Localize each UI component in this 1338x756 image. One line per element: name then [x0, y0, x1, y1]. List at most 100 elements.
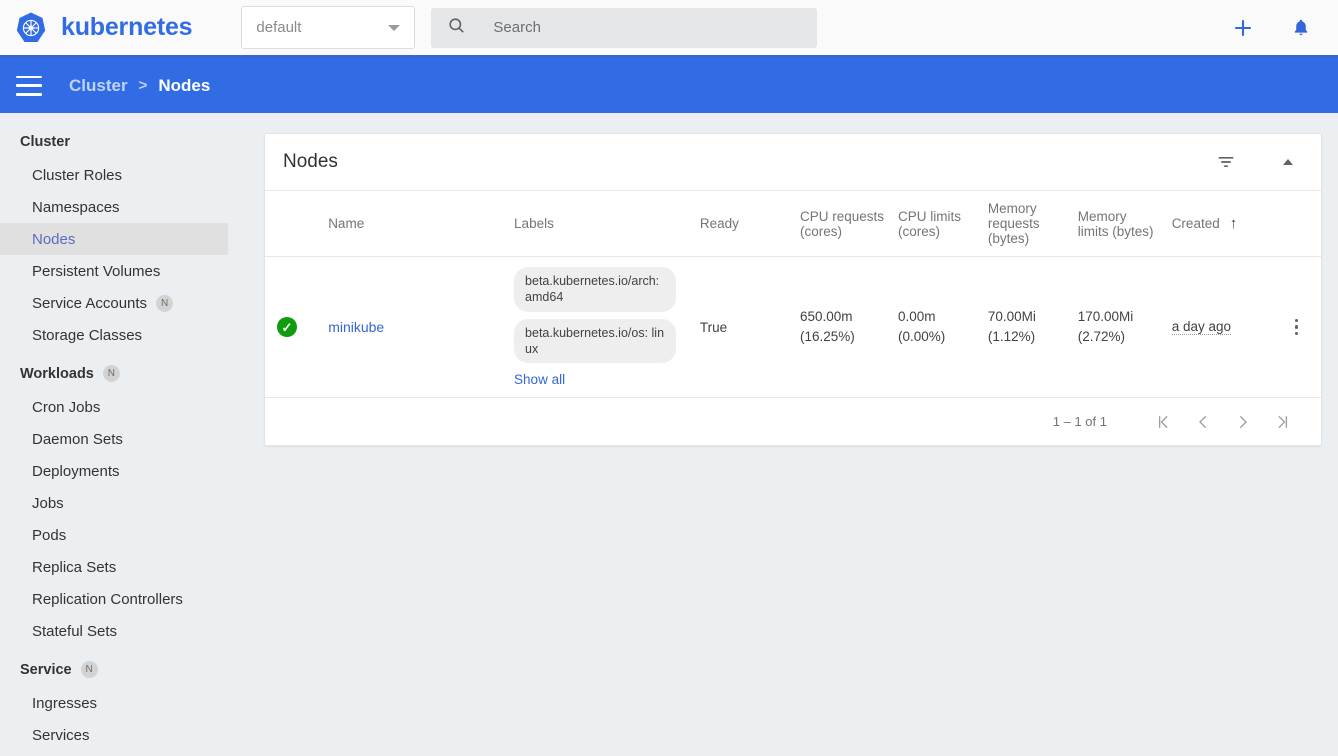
page-title: Nodes — [283, 151, 338, 172]
column-header-cpu-limits[interactable]: CPU limits (cores) — [892, 191, 982, 257]
node-name-link[interactable]: minikube — [328, 319, 384, 335]
node-name-cell: minikube — [322, 256, 509, 398]
sidebar-item-label: Ingresses — [32, 694, 98, 712]
sidebar-item-services[interactable]: Services — [0, 719, 228, 751]
search-placeholder: Search — [493, 19, 541, 36]
sidebar-item-deployments[interactable]: Deployments — [0, 455, 228, 487]
namespace-selected-value: default — [256, 19, 302, 36]
sidebar-item-label: Daemon Sets — [32, 430, 123, 448]
hamburger-menu-icon[interactable] — [16, 75, 42, 96]
node-created-value: a day ago — [1171, 319, 1231, 335]
page-range-label: 1 – 1 of 1 — [1052, 414, 1107, 429]
column-header-created-label: Created — [1171, 216, 1220, 231]
column-header-ready[interactable]: Ready — [693, 191, 794, 257]
sidebar-item-label: Storage Classes — [32, 326, 143, 344]
show-all-labels-link[interactable]: Show all — [514, 372, 565, 387]
brand[interactable]: kubernetes — [14, 11, 193, 45]
breadcrumb-item-cluster[interactable]: Cluster — [69, 76, 128, 96]
node-memory-requests-cell-value: 70.00Mi — [987, 309, 1036, 325]
node-memory-requests-cell: 70.00Mi (1.12%) — [981, 256, 1072, 398]
namespace-selector[interactable]: default — [241, 6, 416, 49]
sidebar-item-label: Namespaces — [32, 198, 120, 216]
chevron-down-icon — [388, 24, 401, 31]
node-memory-requests-cell-percent: (1.12%) — [987, 329, 1036, 344]
sidebar-item-cron-jobs[interactable]: Cron Jobs — [0, 391, 228, 423]
sidebar-item-label: Jobs — [32, 494, 64, 512]
search-input[interactable]: Search — [431, 7, 818, 48]
sidebar-navigation: Cluster Cluster Roles Namespaces Nodes Persi… — [0, 113, 248, 756]
sidebar-item-replica-sets[interactable]: Replica Sets — [0, 551, 228, 583]
sidebar-item-stateful-sets[interactable]: Stateful Sets — [0, 615, 228, 647]
top-app-bar: kubernetes default Search — [0, 0, 1338, 58]
sidebar-item-label: Pods — [32, 526, 67, 544]
card-header-actions — [1213, 149, 1301, 175]
brand-name: kubernetes — [61, 13, 193, 41]
sidebar-group-workloads: Workloads N — [0, 356, 248, 391]
node-labels-cell: beta.kubernetes.io/arch: amd64 beta.kuber… — [508, 256, 694, 398]
topbar-actions — [1230, 15, 1314, 41]
table-row[interactable]: ✓ minikube beta.kubernetes.io/arch: amd64 b… — [265, 256, 1321, 398]
node-actions-cell — [1271, 256, 1321, 398]
sidebar-item-ingresses[interactable]: Ingresses — [0, 687, 228, 719]
sidebar-item-pods[interactable]: Pods — [0, 519, 228, 551]
sidebar-item-nodes[interactable]: Nodes — [0, 223, 228, 255]
node-memory-limits-cell: 170.00Mi (2.72%) — [1071, 256, 1166, 398]
sidebar-item-daemon-sets[interactable]: Daemon Sets — [0, 423, 228, 455]
sidebar-item-replication-controllers[interactable]: Replication Controllers — [0, 583, 228, 615]
node-status-cell: ✓ — [265, 256, 323, 398]
sidebar-item-namespaces[interactable]: Namespaces — [0, 191, 228, 223]
sidebar-item-cluster-roles[interactable]: Cluster Roles — [0, 159, 228, 191]
label-chip: beta.kubernetes.io/os: linux — [514, 318, 677, 363]
sidebar-item-label: Services — [32, 726, 90, 744]
bell-icon[interactable] — [1288, 15, 1314, 41]
search-icon — [447, 16, 466, 40]
sidebar-item-persistent-volumes[interactable]: Persistent Volumes — [0, 255, 228, 287]
nodes-table-header: Name Labels Ready CPU requests (cores) C… — [265, 191, 1321, 257]
check-circle-icon: ✓ — [277, 317, 297, 337]
filter-icon[interactable] — [1213, 149, 1239, 175]
node-memory-limits-cell-value: 170.00Mi — [1077, 309, 1134, 325]
sidebar-group-label: Workloads — [20, 365, 94, 382]
breadcrumb: Cluster > Nodes — [69, 76, 210, 96]
node-cpu-requests-cell-percent: (16.25%) — [799, 329, 855, 344]
plus-icon[interactable] — [1230, 15, 1256, 41]
sidebar-item-label: Cron Jobs — [32, 398, 101, 416]
column-header-cpu-requests[interactable]: CPU requests (cores) — [793, 191, 893, 257]
sidebar-item-label: Replica Sets — [32, 558, 117, 576]
column-header-memory-requests[interactable]: Memory requests (bytes) — [981, 191, 1072, 257]
breadcrumb-item-nodes: Nodes — [158, 75, 211, 95]
breadcrumb-separator: > — [138, 77, 148, 94]
kubernetes-logo-icon — [14, 11, 48, 45]
sidebar-item-service-accounts[interactable]: Service Accounts N — [0, 287, 228, 319]
node-cpu-limits-cell: 0.00m (0.00%) — [892, 256, 982, 398]
node-cpu-requests-cell: 650.00m (16.25%) — [793, 256, 893, 398]
chevron-up-icon[interactable] — [1275, 149, 1301, 175]
next-page-icon[interactable] — [1223, 402, 1263, 442]
column-header-actions — [1271, 191, 1321, 257]
arrow-up-icon: ↑ — [1229, 215, 1238, 232]
sidebar-group-service: Service N — [0, 652, 248, 687]
sidebar-item-jobs[interactable]: Jobs — [0, 487, 228, 519]
sidebar-item-label: Persistent Volumes — [32, 262, 161, 280]
sidebar-group-spacer — [0, 751, 248, 756]
column-header-created[interactable]: Created ↑ — [1165, 191, 1272, 257]
previous-page-icon[interactable] — [1183, 402, 1223, 442]
last-page-icon[interactable] — [1263, 402, 1303, 442]
sidebar-item-badge: N — [156, 294, 174, 312]
sidebar-item-label: Replication Controllers — [32, 590, 183, 608]
paginator: 1 – 1 of 1 — [265, 398, 1321, 445]
sidebar-group-badge: N — [102, 365, 120, 382]
nodes-table-body: ✓ minikube beta.kubernetes.io/arch: amd64 b… — [265, 256, 1321, 398]
sidebar-group-cluster: Cluster — [0, 125, 248, 159]
sidebar-item-storage-classes[interactable]: Storage Classes — [0, 319, 228, 351]
nodes-card: Nodes Name Labels Ready CPU requests (co… — [264, 133, 1322, 446]
sidebar-item-label: Nodes — [32, 230, 76, 248]
column-header-memory-limits[interactable]: Memory limits (bytes) — [1071, 191, 1166, 257]
column-header-labels[interactable]: Labels — [508, 191, 694, 257]
kebab-menu-icon[interactable] — [1278, 318, 1315, 336]
first-page-icon[interactable] — [1143, 402, 1183, 442]
column-header-name[interactable]: Name — [322, 191, 509, 257]
label-chip: beta.kubernetes.io/arch: amd64 — [514, 267, 677, 312]
node-cpu-limits-cell-percent: (0.00%) — [898, 329, 946, 344]
node-created-cell: a day ago — [1165, 256, 1272, 398]
